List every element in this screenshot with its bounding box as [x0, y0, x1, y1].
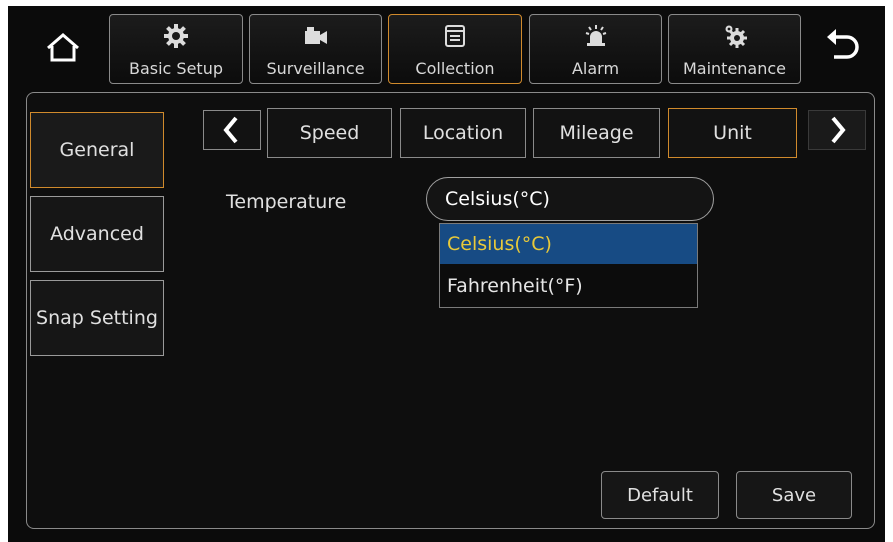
sidebar-item-advanced[interactable]: Advanced	[30, 196, 164, 272]
tab-label: Alarm	[571, 59, 620, 78]
tab-label: Collection	[415, 59, 495, 78]
subtab-label: Mileage	[559, 122, 634, 144]
tab-label: Maintenance	[682, 59, 787, 78]
back-arrow-icon	[827, 29, 859, 59]
subtab-speed[interactable]: Speed	[267, 108, 392, 158]
subtab-next-button[interactable]	[808, 110, 866, 150]
home-icon	[47, 33, 79, 62]
temperature-label: Temperature	[226, 191, 347, 213]
subtab-mileage[interactable]: Mileage	[533, 108, 660, 158]
tab-alarm[interactable]: Alarm	[529, 14, 662, 84]
subtab-prev-button[interactable]	[203, 110, 261, 150]
tab-surveillance[interactable]: Surveillance	[249, 14, 382, 84]
chevron-left-icon	[223, 116, 238, 144]
sidebar-item-snap-setting[interactable]: Snap Setting	[30, 280, 164, 356]
tab-label: Surveillance	[266, 59, 365, 78]
subtab-label: Speed	[299, 122, 360, 144]
back-button[interactable]	[820, 24, 866, 70]
gears-icon	[725, 25, 747, 48]
default-button-label: Default	[627, 484, 693, 506]
alarm-light-icon	[585, 25, 606, 46]
chevron-right-icon	[831, 116, 846, 144]
temperature-select[interactable]: Celsius(°C)	[426, 177, 714, 221]
temperature-dropdown-list: Celsius(°C) Fahrenheit(°F)	[439, 223, 698, 308]
subtab-label: Location	[422, 122, 504, 144]
subtab-label: Unit	[713, 122, 752, 144]
option-celsius[interactable]: Celsius(°C)	[440, 224, 697, 264]
tab-maintenance[interactable]: Maintenance	[668, 14, 801, 84]
tab-collection[interactable]: Collection	[388, 14, 522, 84]
gear-icon	[164, 24, 188, 48]
camera-icon	[304, 27, 327, 44]
subtab-location[interactable]: Location	[400, 108, 526, 158]
option-fahrenheit[interactable]: Fahrenheit(°F)	[440, 266, 697, 306]
sidebar-item-general[interactable]: General	[30, 112, 164, 188]
sidebar-item-label: Snap Setting	[36, 307, 158, 329]
home-button[interactable]	[40, 24, 86, 70]
subtab-unit[interactable]: Unit	[668, 108, 797, 158]
sidebar-item-label: Advanced	[50, 223, 144, 245]
save-button[interactable]: Save	[736, 471, 852, 519]
sidebar-item-label: General	[59, 139, 135, 161]
tab-label: Basic Setup	[128, 59, 223, 78]
temperature-selected-value: Celsius(°C)	[445, 188, 550, 210]
save-button-label: Save	[771, 484, 817, 506]
tab-basic-setup[interactable]: Basic Setup	[109, 14, 243, 84]
document-icon	[445, 25, 465, 47]
default-button[interactable]: Default	[601, 471, 719, 519]
